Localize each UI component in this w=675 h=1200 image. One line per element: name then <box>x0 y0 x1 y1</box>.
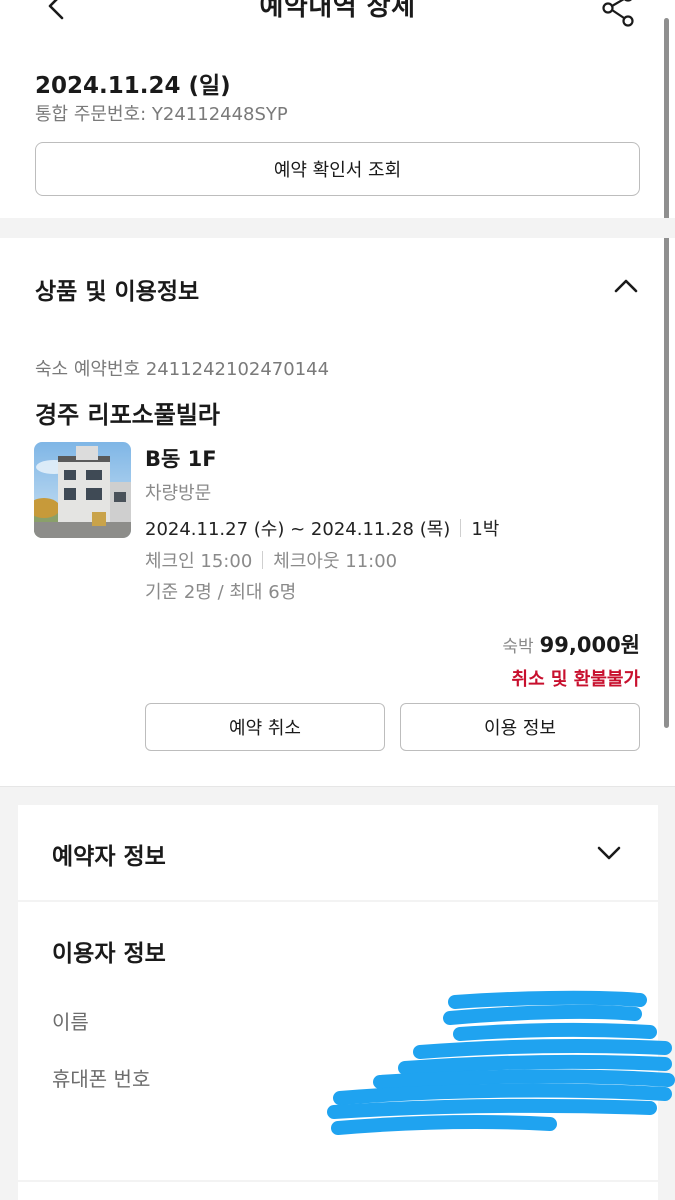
date-range: 2024.11.27 (수) ~ 2024.11.28 (목) <box>145 519 451 540</box>
room-capacity: 기준 2명 / 최대 6명 <box>145 582 297 603</box>
collapse-product-section-button[interactable] <box>611 271 641 301</box>
scrollbar[interactable] <box>664 18 669 728</box>
villa-photo-image <box>34 442 131 538</box>
stay-dates: 2024.11.27 (수) ~ 2024.11.28 (목) 1박 <box>145 515 499 541</box>
booker-section-title: 예약자 정보 <box>52 844 166 870</box>
phone-label: 휴대폰 번호 <box>52 1067 151 1091</box>
lodging-number-label: 숙소 예약번호 <box>35 359 141 380</box>
lodging-reservation-number: 숙소 예약번호 2411242102470144 <box>35 355 329 381</box>
share-icon <box>602 0 634 27</box>
refund-policy-note: 취소 및 환불불가 <box>511 669 640 690</box>
redaction-scribble <box>327 990 675 1135</box>
order-number: 통합 주문번호: Y24112448SYP <box>35 100 288 126</box>
section-divider <box>0 218 675 238</box>
reservation-detail-page: 예약내역 상세 2024.11.24 (일) 통합 주문번호: Y2411244… <box>0 0 675 1200</box>
cancel-reservation-button[interactable]: 예약 취소 <box>145 703 385 751</box>
divider <box>262 551 264 569</box>
view-confirmation-button[interactable]: 예약 확인서 조회 <box>35 142 640 196</box>
lodging-number-value: 2411242102470144 <box>145 359 330 380</box>
user-section-title: 이용자 정보 <box>52 941 166 967</box>
name-label: 이름 <box>52 1010 89 1034</box>
checkout-time: 체크아웃 11:00 <box>273 551 398 572</box>
top-bar: 예약내역 상세 <box>0 0 675 40</box>
divider <box>460 519 462 537</box>
room-name: B동 1F <box>145 447 217 471</box>
price-label: 숙박 <box>502 637 534 657</box>
next-card <box>18 1182 658 1200</box>
price-row: 숙박 99,000원 <box>502 629 640 659</box>
order-date: 2024.11.24 (일) <box>35 73 231 99</box>
expand-booker-section-button[interactable] <box>594 838 624 868</box>
usage-info-button[interactable]: 이용 정보 <box>400 703 640 751</box>
order-number-value: Y24112448SYP <box>151 104 288 125</box>
booker-info-card[interactable]: 예약자 정보 <box>18 805 658 900</box>
lodging-name[interactable]: 경주 리포소풀빌라 <box>35 395 220 430</box>
chevron-up-icon <box>614 279 638 293</box>
check-times: 체크인 15:00 체크아웃 11:00 <box>145 547 397 573</box>
share-button[interactable] <box>598 0 638 30</box>
price-value: 99,000원 <box>539 633 640 657</box>
chevron-down-icon <box>597 846 621 860</box>
page-title: 예약내역 상세 <box>259 0 416 22</box>
checkin-time: 체크인 15:00 <box>145 551 253 572</box>
product-section-title: 상품 및 이용정보 <box>35 279 200 305</box>
room-thumbnail[interactable] <box>34 442 131 538</box>
order-number-label: 통합 주문번호: <box>35 104 147 125</box>
nights-count: 1박 <box>471 519 500 540</box>
visit-type: 차량방문 <box>145 483 212 504</box>
